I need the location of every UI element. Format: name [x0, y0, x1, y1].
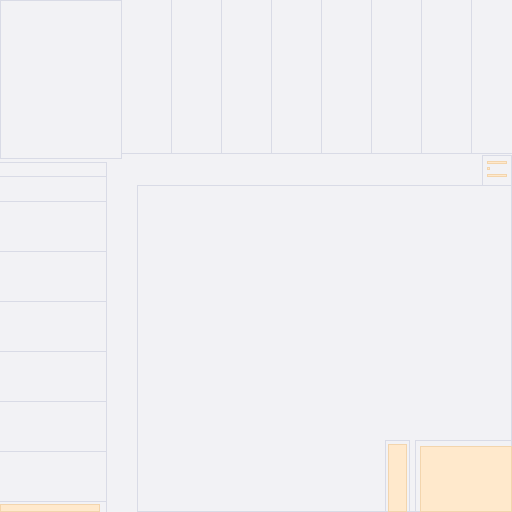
- left-row-divider-3: [0, 201, 106, 202]
- top-left-panel: [0, 0, 122, 159]
- top-column-divider-4: [271, 0, 272, 154]
- top-column-divider-8: [471, 0, 472, 154]
- bottom-right-text-fill: [420, 446, 512, 512]
- left-row-divider-1: [0, 162, 106, 163]
- top-column-divider-3: [221, 0, 222, 154]
- top-column-divider-6: [371, 0, 372, 154]
- top-right-small-widget: [482, 155, 512, 186]
- left-row-divider-6: [0, 351, 106, 352]
- left-table-right-border: [106, 162, 107, 512]
- left-row-divider-7: [0, 401, 106, 402]
- top-right-widget-dot: [487, 167, 490, 170]
- top-column-divider-1: [121, 0, 122, 154]
- left-row-divider-8: [0, 451, 106, 452]
- top-right-widget-bar-1: [487, 161, 507, 164]
- top-column-divider-2: [171, 0, 172, 154]
- page-canvas: [0, 0, 512, 512]
- left-row-divider-9: [0, 501, 106, 502]
- bottom-right-narrow-fill: [388, 444, 407, 512]
- top-column-divider-7: [421, 0, 422, 154]
- top-column-divider-5: [321, 0, 322, 154]
- bottom-left-strip: [0, 504, 100, 512]
- top-right-widget-bar-2: [487, 174, 507, 177]
- left-row-divider-2: [0, 176, 106, 177]
- top-row-bottom-border: [122, 153, 512, 154]
- left-row-divider-5: [0, 301, 106, 302]
- left-row-divider-4: [0, 251, 106, 252]
